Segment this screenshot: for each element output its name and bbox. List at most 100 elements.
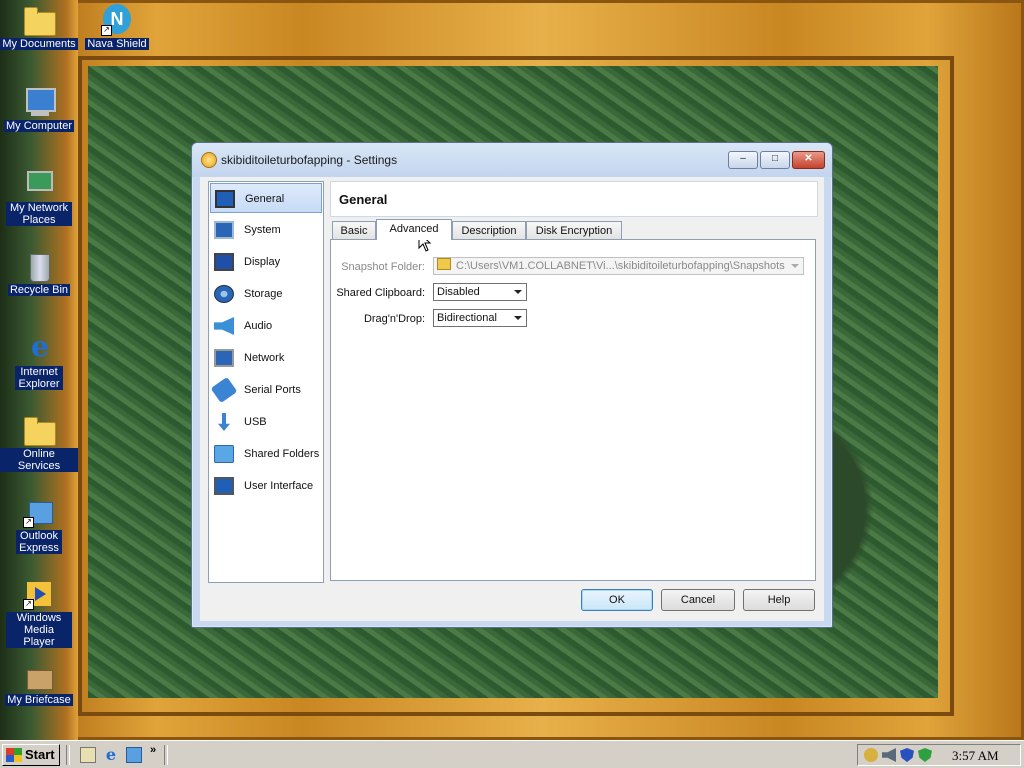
sidebar-item-storage[interactable]: Storage (210, 279, 322, 309)
start-label: Start (25, 747, 55, 762)
sidebar-item-label: Network (244, 352, 285, 364)
drag-n-drop-label: Drag'n'Drop: (363, 313, 425, 325)
user-interface-icon (214, 477, 234, 495)
security-shield-icon[interactable] (918, 748, 932, 762)
tab-advanced[interactable]: Advanced (376, 219, 452, 240)
sidebar-item-label: System (244, 224, 281, 236)
taskbar-separator (164, 745, 168, 765)
tab-description[interactable]: Description (452, 221, 526, 239)
sidebar-item-label: USB (244, 416, 267, 428)
desktop-icon-my-documents[interactable]: My Documents (0, 4, 78, 50)
snapshot-folder-combo: C:\Users\VM1.COLLABNET\Vi...\skibiditoil… (433, 257, 804, 275)
chip-icon (214, 221, 234, 239)
cancel-button[interactable]: Cancel (661, 589, 735, 611)
outlook-express-icon: ↗ (23, 496, 55, 528)
speaker-icon[interactable] (882, 748, 896, 762)
network-status-icon[interactable] (864, 748, 878, 762)
drag-n-drop-select[interactable]: Bidirectional (433, 309, 527, 327)
internet-explorer-icon: e (31, 330, 49, 363)
sidebar-item-label: Storage (244, 288, 283, 300)
sidebar-item-label: Serial Ports (244, 384, 301, 396)
desktop-icon-my-network-places[interactable]: My Network Places (0, 168, 78, 226)
desktop-icon-recycle-bin[interactable]: Recycle Bin (0, 250, 78, 296)
chevron-right-icon[interactable]: » (150, 745, 160, 761)
desktop-icon-label: Recycle Bin (7, 284, 71, 296)
snapshot-folder-value: C:\Users\VM1.COLLABNET\Vi...\skibiditoil… (456, 260, 785, 272)
shield-icon: N ↗ (101, 4, 133, 36)
settings-sidebar: General System Display Storage Audio Net… (208, 181, 324, 583)
section-header: General (330, 181, 818, 217)
desktop-icon-label: Internet Explorer (15, 366, 63, 390)
show-desktop-icon[interactable] (80, 747, 96, 763)
desktop-icon-label: My Documents (0, 38, 78, 50)
serial-port-icon (210, 376, 238, 404)
shared-clipboard-select[interactable]: Disabled (433, 283, 527, 301)
folder-icon (23, 4, 56, 36)
media-player-icon: ↗ (23, 578, 55, 610)
windows-logo-icon (6, 748, 22, 762)
sidebar-item-label: General (245, 193, 285, 205)
folder-icon (214, 445, 234, 463)
minimize-button[interactable]: – (728, 151, 758, 169)
desktop-icon-nava-shield[interactable]: N ↗ Nava Shield (78, 4, 156, 50)
sidebar-item-label: Audio (244, 320, 273, 332)
chevron-down-icon (514, 290, 522, 294)
desktop-icon-label: Outlook Express (16, 530, 62, 554)
speaker-icon (214, 317, 234, 335)
disk-icon (214, 285, 234, 303)
advanced-tab-panel: Snapshot Folder: C:\Users\VM1.COLLABNET\… (330, 239, 816, 581)
sidebar-item-display[interactable]: Display (210, 247, 322, 277)
sidebar-item-network[interactable]: Network (210, 343, 322, 373)
desktop-icon-online-services[interactable]: Online Services (0, 414, 78, 472)
help-button[interactable]: Help (743, 589, 815, 611)
sidebar-item-serial-ports[interactable]: Serial Ports (210, 375, 322, 405)
close-button[interactable]: ✕ (792, 151, 825, 169)
desktop-icon-windows-media-player[interactable]: ↗ Windows Media Player (0, 578, 78, 648)
system-tray: 3:57 AM (857, 744, 1021, 766)
folder-icon (23, 414, 56, 446)
sidebar-item-user-interface[interactable]: User Interface (210, 471, 322, 501)
snapshot-folder-label: Snapshot Folder: (341, 261, 425, 273)
chevron-down-icon (514, 316, 522, 320)
sidebar-item-label: Display (244, 256, 281, 268)
window-title: skibiditoileturbofapping - Settings (221, 153, 398, 167)
sidebar-item-shared-folders[interactable]: Shared Folders (210, 439, 322, 469)
start-button[interactable]: Start (2, 744, 60, 766)
sidebar-item-label: User Interface (244, 480, 314, 492)
sidebar-item-general[interactable]: General (210, 183, 322, 213)
desktop-icon-label: My Network Places (6, 202, 72, 226)
shared-clipboard-label: Shared Clipboard: (336, 287, 425, 299)
ok-button[interactable]: OK (581, 589, 653, 611)
tab-disk-encryption[interactable]: Disk Encryption (526, 221, 622, 239)
monitor-icon (215, 190, 235, 208)
internet-explorer-icon[interactable]: e (103, 747, 119, 763)
sidebar-item-usb[interactable]: USB (210, 407, 322, 437)
section-title: General (339, 192, 388, 207)
maximize-button[interactable]: □ (760, 151, 790, 169)
usb-icon (218, 413, 230, 431)
desktop-icon-my-computer[interactable]: My Computer (0, 86, 78, 132)
desktop-icon-label: Online Services (0, 448, 78, 472)
shield-icon[interactable] (900, 748, 914, 762)
sidebar-item-system[interactable]: System (210, 215, 322, 245)
desktop-icon-label: Windows Media Player (6, 612, 72, 648)
desktop-icon-my-briefcase[interactable]: My Briefcase (0, 660, 78, 706)
display-icon (214, 253, 234, 271)
window-titlebar[interactable]: skibiditoileturbofapping - Settings – □ … (192, 143, 832, 177)
drag-n-drop-value: Bidirectional (437, 312, 497, 324)
sidebar-item-audio[interactable]: Audio (210, 311, 322, 341)
shared-clipboard-value: Disabled (437, 286, 480, 298)
taskbar: Start e » 3:57 AM (0, 740, 1024, 768)
sidebar-item-label: Shared Folders (244, 448, 320, 460)
desktop-icon-label: My Briefcase (5, 694, 73, 706)
desktop-icon-label: Nava Shield (85, 38, 149, 50)
recycle-bin-icon (23, 250, 55, 282)
desktop-icon-outlook-express[interactable]: ↗ Outlook Express (0, 496, 78, 554)
network-icon (214, 349, 234, 367)
outlook-express-icon[interactable] (126, 747, 142, 763)
desktop-icon-internet-explorer[interactable]: e Internet Explorer (0, 332, 78, 390)
computer-icon (23, 86, 56, 118)
taskbar-clock[interactable]: 3:57 AM (952, 748, 999, 764)
tab-basic[interactable]: Basic (332, 221, 376, 239)
network-places-icon (23, 168, 55, 200)
